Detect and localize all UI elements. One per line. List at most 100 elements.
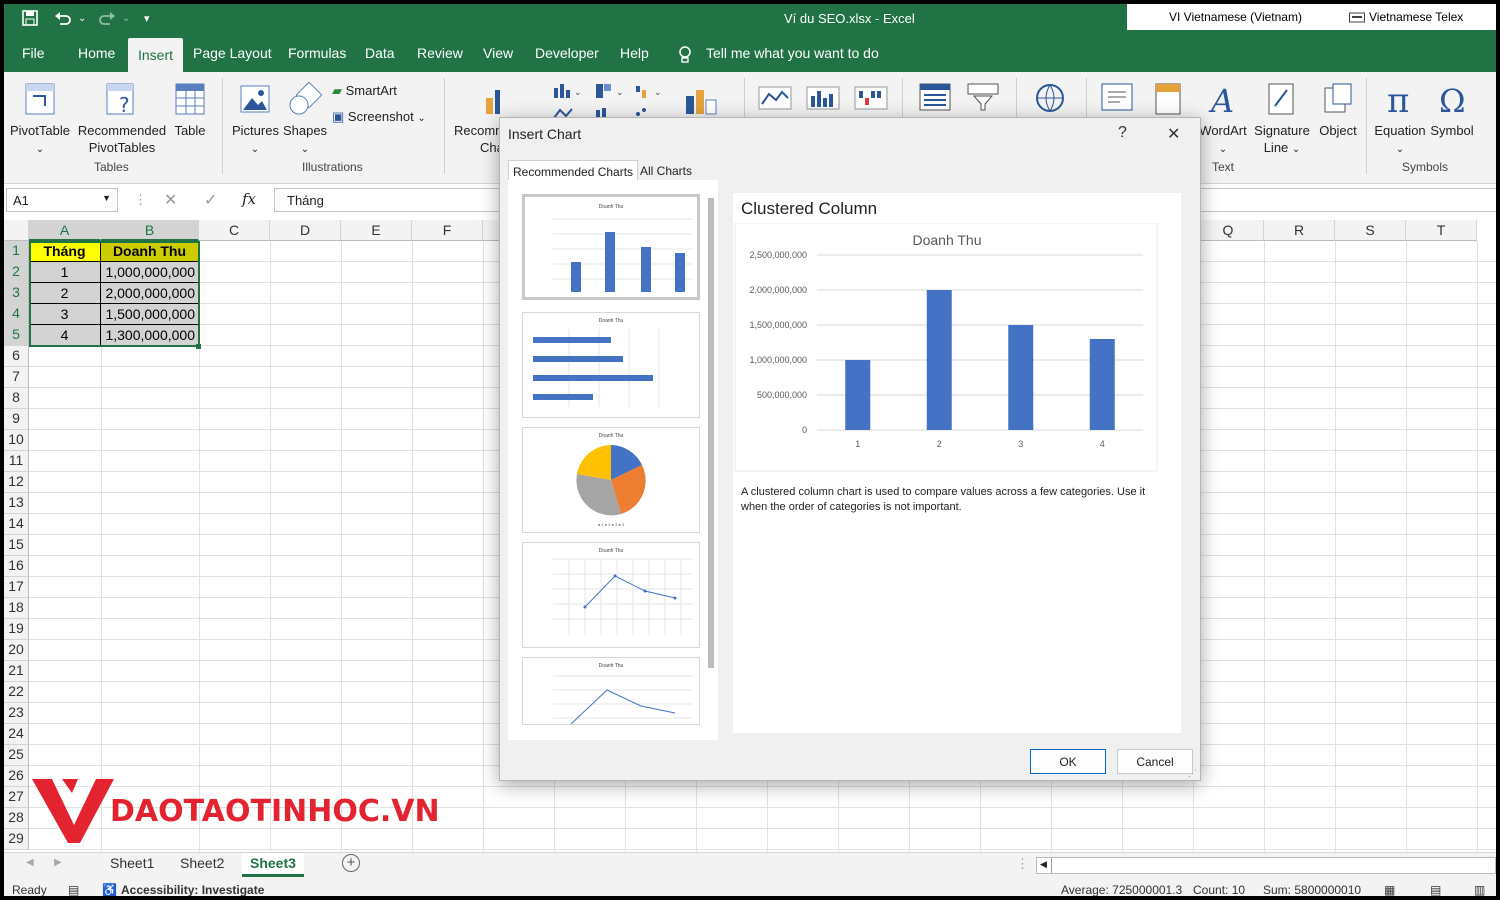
sheet-tab-3[interactable]: Sheet3 — [242, 853, 304, 877]
hscroll-left-icon[interactable]: ◀ — [1040, 859, 1047, 870]
timeline-filter-icon[interactable] — [966, 82, 1000, 112]
cancel-entry-icon[interactable]: ✕ — [164, 190, 177, 210]
row-header-12[interactable]: 12 — [4, 472, 29, 493]
column-header-e[interactable]: E — [341, 220, 412, 241]
pivotchart-icon[interactable] — [684, 86, 718, 116]
accessibility-status[interactable]: Accessibility: Investigate — [121, 883, 264, 896]
table-button[interactable]: Table — [170, 82, 210, 139]
thumb-clustered-column[interactable]: Doanh Thu — [522, 194, 700, 300]
sparkline-line-icon[interactable] — [758, 86, 792, 110]
row-header-20[interactable]: 20 — [4, 640, 29, 661]
ime-bar[interactable]: VI Vietnamese (Vietnam) Vietnamese Telex — [1127, 4, 1496, 30]
cancel-button[interactable]: Cancel — [1117, 749, 1193, 774]
resize-grip-icon[interactable]: ⋰ — [1188, 768, 1197, 779]
row-header-25[interactable]: 25 — [4, 745, 29, 766]
scroll-left-icon[interactable]: ◀ — [26, 857, 34, 868]
row-header-3[interactable]: 3 — [4, 283, 29, 304]
menu-help[interactable]: Help — [620, 45, 649, 61]
row-header-7[interactable]: 7 — [4, 367, 29, 388]
status-average[interactable]: Average: 725000001.3 — [1061, 883, 1182, 896]
name-box-dropdown-icon[interactable]: ▼ — [102, 193, 111, 203]
normal-view-icon[interactable]: ▦ — [1384, 883, 1395, 896]
undo-icon[interactable] — [54, 10, 72, 26]
name-box[interactable]: A1 ▼ — [6, 188, 118, 212]
sheet-tab-1[interactable]: Sheet1 — [110, 855, 154, 871]
symbol-button[interactable]: Ω Symbol — [1428, 82, 1476, 139]
select-all-corner[interactable] — [4, 220, 29, 241]
column-header-t[interactable]: T — [1406, 220, 1477, 241]
column-header-c[interactable]: C — [199, 220, 270, 241]
menu-developer[interactable]: Developer — [535, 45, 599, 61]
row-header-16[interactable]: 16 — [4, 556, 29, 577]
menu-page-layout[interactable]: Page Layout — [193, 45, 272, 61]
sheet-tab-2[interactable]: Sheet2 — [180, 855, 224, 871]
tab-recommended-charts[interactable]: Recommended Charts — [508, 160, 639, 180]
row-header-29[interactable]: 29 — [4, 829, 29, 850]
row-header-28[interactable]: 28 — [4, 808, 29, 829]
pivottable-button[interactable]: PivotTable ⌄ — [10, 82, 70, 158]
recommended-pivottables-button[interactable]: ? Recommended PivotTables — [74, 82, 170, 156]
save-icon[interactable] — [22, 10, 38, 26]
page-break-view-icon[interactable]: ▥ — [1474, 883, 1485, 896]
row-header-2[interactable]: 2 — [4, 262, 29, 283]
recommended-charts-button[interactable]: ? RecommCha — [454, 82, 500, 156]
status-sum[interactable]: Sum: 5800000010 — [1263, 883, 1361, 896]
row-header-9[interactable]: 9 — [4, 409, 29, 430]
column-header-r[interactable]: R — [1264, 220, 1335, 241]
confirm-entry-icon[interactable]: ✓ — [204, 190, 217, 210]
row-header-17[interactable]: 17 — [4, 577, 29, 598]
row-header-14[interactable]: 14 — [4, 514, 29, 535]
add-sheet-icon[interactable]: + — [342, 854, 360, 872]
row-header-8[interactable]: 8 — [4, 388, 29, 409]
row-header-21[interactable]: 21 — [4, 661, 29, 682]
close-icon[interactable]: ✕ — [1167, 124, 1180, 144]
thumb-scrollbar[interactable] — [708, 198, 714, 668]
row-header-4[interactable]: 4 — [4, 304, 29, 325]
column-chart-icon[interactable]: ⌄ — [552, 82, 582, 100]
text-box-icon[interactable] — [1100, 82, 1134, 116]
row-header-5[interactable]: 5 — [4, 325, 29, 346]
row-header-13[interactable]: 13 — [4, 493, 29, 514]
row-header-24[interactable]: 24 — [4, 724, 29, 745]
pictures-button[interactable]: Pictures ⌄ — [232, 82, 279, 158]
sparkline-column-icon[interactable] — [806, 86, 840, 110]
insert-function-icon[interactable]: fx — [242, 190, 256, 208]
waterfall-chart-icon[interactable]: ⌄ — [634, 82, 664, 100]
redo-icon[interactable] — [98, 10, 116, 26]
row-header-26[interactable]: 26 — [4, 766, 29, 787]
menu-view[interactable]: View — [483, 45, 513, 61]
ime-language[interactable]: VI Vietnamese (Vietnam) — [1169, 10, 1302, 24]
thumb-line[interactable]: Doanh Thu — [522, 657, 700, 725]
column-header-b[interactable]: B — [101, 220, 199, 241]
column-header-d[interactable]: D — [270, 220, 341, 241]
menu-file[interactable]: File — [22, 45, 45, 61]
horizontal-scrollbar[interactable]: ◀ — [1036, 857, 1496, 874]
help-icon[interactable]: ? — [1118, 124, 1127, 142]
smartart-button[interactable]: ▰ SmartArt — [332, 82, 422, 99]
scroll-right-icon[interactable]: ▶ — [54, 857, 62, 868]
menu-data[interactable]: Data — [365, 45, 395, 61]
macro-record-icon[interactable]: ▤ — [68, 883, 79, 896]
row-header-15[interactable]: 15 — [4, 535, 29, 556]
tab-all-charts[interactable]: All Charts — [636, 164, 696, 178]
redo-dropdown-icon[interactable]: ⌄ — [122, 9, 130, 29]
slicer-icon[interactable] — [918, 82, 952, 112]
customize-qat-icon[interactable]: ▾ — [144, 9, 150, 29]
header-footer-icon[interactable] — [1154, 82, 1184, 116]
undo-dropdown-icon[interactable]: ⌄ — [78, 9, 86, 29]
hierarchy-chart-icon[interactable]: ⌄ — [594, 82, 624, 100]
sparkline-winloss-icon[interactable] — [854, 86, 888, 110]
row-header-11[interactable]: 11 — [4, 451, 29, 472]
row-header-6[interactable]: 6 — [4, 346, 29, 367]
row-header-18[interactable]: 18 — [4, 598, 29, 619]
menu-insert[interactable]: Insert — [128, 38, 184, 72]
thumb-clustered-bar[interactable]: Doanh Thu — [522, 312, 700, 418]
thumb-scatter[interactable]: Doanh Thu — [522, 542, 700, 648]
ime-input-method[interactable]: Vietnamese Telex — [1369, 10, 1463, 24]
row-header-27[interactable]: 27 — [4, 787, 29, 808]
menu-review[interactable]: Review — [417, 45, 463, 61]
row-header-1[interactable]: 1 — [4, 241, 29, 262]
row-header-22[interactable]: 22 — [4, 682, 29, 703]
status-count[interactable]: Count: 10 — [1193, 883, 1245, 896]
screenshot-button[interactable]: ▣ Screenshot ⌄ — [332, 108, 432, 127]
